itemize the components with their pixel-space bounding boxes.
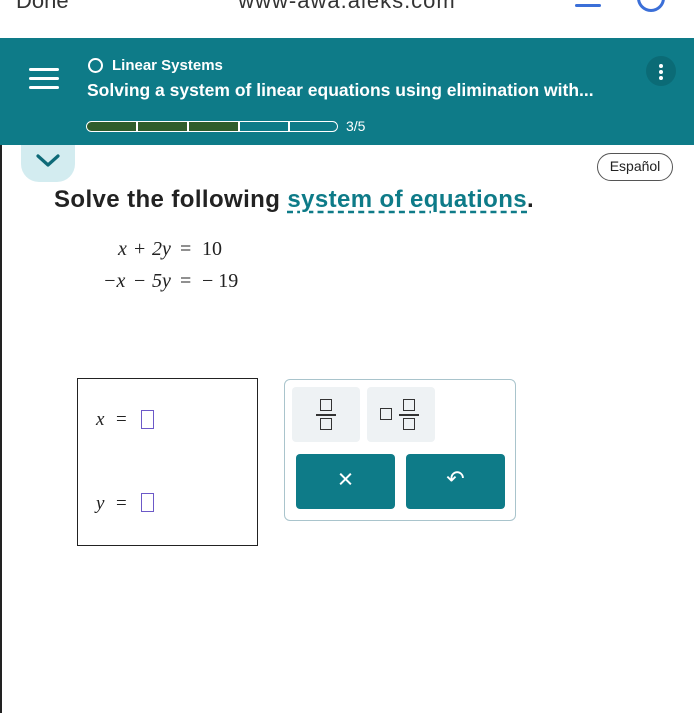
equation-2-op: − — [134, 270, 146, 292]
answer-x-variable: x — [96, 409, 105, 430]
progress-segment-1 — [86, 121, 137, 132]
tabs-icon[interactable] — [575, 4, 601, 7]
hamburger-menu-icon[interactable] — [29, 68, 59, 90]
lesson-title: Solving a system of linear equations usi… — [87, 80, 594, 100]
equation-1-rhs: 10 — [202, 238, 222, 260]
equation-1-op: + — [134, 238, 146, 260]
clear-button[interactable]: × — [296, 454, 395, 509]
answer-input-box: x = y = — [77, 378, 258, 546]
answer-y-input[interactable] — [141, 493, 154, 512]
equation-2-term-a: −x — [103, 270, 126, 292]
equation-2-equals: = — [180, 270, 192, 292]
clear-icon: × — [337, 464, 354, 494]
mixed-number-icon — [367, 387, 435, 442]
frame-edge — [0, 145, 2, 713]
progress-bar — [86, 121, 338, 132]
lesson-header: Linear Systems Solving a system of linea… — [0, 38, 694, 145]
undo-icon: ↶ — [446, 466, 465, 491]
answer-x-equals: = — [116, 409, 127, 430]
question-prefix: Solve the following — [54, 186, 288, 213]
math-keypad: × ↶ — [284, 379, 516, 521]
collapse-toggle[interactable] — [21, 145, 75, 182]
undo-button[interactable]: ↶ — [406, 454, 505, 509]
question-prompt: Solve the following system of equations. — [54, 186, 534, 214]
answer-y-equals: = — [116, 493, 127, 514]
question-suffix: . — [527, 186, 535, 213]
mixed-number-key[interactable] — [367, 387, 435, 442]
equation-1-term-b: 2y — [152, 238, 171, 260]
progress-count: 3/5 — [346, 118, 366, 134]
answer-y-variable: y — [96, 493, 105, 514]
url-bar[interactable]: www-awa.aleks.com — [0, 0, 694, 14]
equation-1-term-a: x — [118, 238, 127, 260]
chevron-down-icon — [36, 154, 60, 167]
topic-circle-icon — [88, 58, 103, 73]
progress-segment-5 — [289, 121, 338, 132]
language-toggle-button[interactable]: Español — [597, 153, 673, 181]
browser-toolbar: Done www-awa.aleks.com — [0, 0, 694, 38]
fraction-icon — [292, 387, 360, 442]
progress-segment-3 — [188, 121, 239, 132]
more-options-icon[interactable] — [646, 56, 676, 86]
fraction-key[interactable] — [292, 387, 360, 442]
progress-segment-4 — [239, 121, 289, 132]
equation-1-equals: = — [180, 238, 192, 260]
glossary-link[interactable]: system of equations — [287, 186, 527, 213]
equation-2-term-b: 5y — [152, 270, 171, 292]
equation-2-rhs: − 19 — [202, 270, 239, 292]
answer-x-input[interactable] — [141, 410, 154, 429]
topic-label: Linear Systems — [112, 57, 223, 74]
progress-segment-2 — [137, 121, 188, 132]
